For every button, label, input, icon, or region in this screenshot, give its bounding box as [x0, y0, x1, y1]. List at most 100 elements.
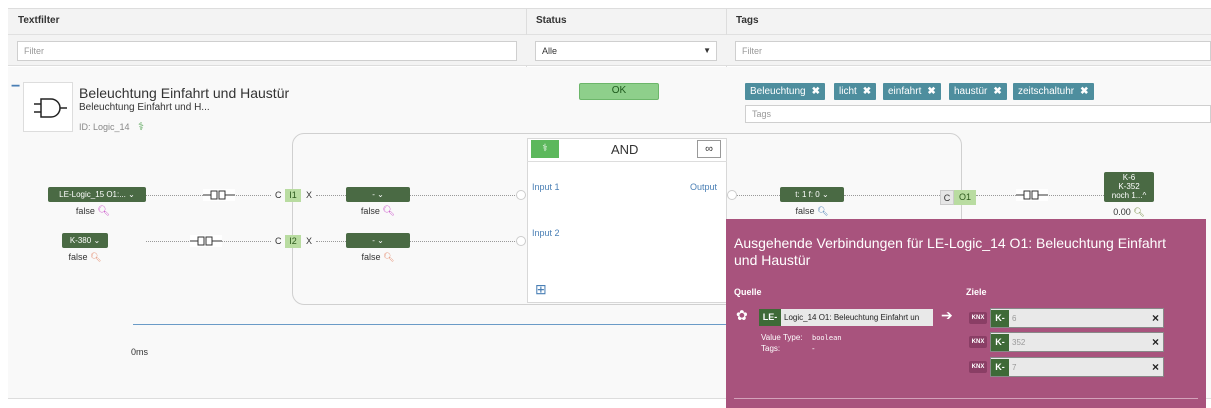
knx-icon: KNX — [969, 361, 987, 373]
tag-remove-icon[interactable]: ✖ — [863, 86, 871, 97]
tag-chip[interactable]: haustür ✖ — [949, 83, 1007, 100]
input2-port[interactable]: I2 — [285, 235, 301, 248]
collapse-toggle[interactable]: − — [11, 78, 20, 96]
gate-output-label: Output — [690, 182, 718, 192]
connection-line — [316, 195, 346, 196]
connection-plug-icon[interactable] — [1016, 189, 1048, 201]
input1-port[interactable]: I1 — [285, 189, 301, 202]
chevron-down-icon: ⌄ — [128, 190, 135, 199]
and-gate-box — [527, 138, 727, 303]
input2-source-node[interactable]: K-380 ⌄ — [62, 233, 108, 248]
tags-value: - — [812, 344, 815, 353]
status-select[interactable]: Alle ▼ — [535, 41, 717, 61]
input1-pin[interactable] — [516, 190, 526, 200]
output-pin[interactable] — [727, 190, 737, 200]
search-icon[interactable]: 🔍︎ — [383, 252, 394, 262]
tag-chip[interactable]: licht ✖ — [834, 83, 877, 100]
divider — [527, 161, 727, 162]
target-row: K- 7 × — [990, 357, 1164, 377]
textfilter-header: Textfilter — [18, 15, 60, 26]
target-value[interactable]: 352 — [1009, 334, 1149, 351]
connection-plug-icon[interactable] — [190, 235, 222, 247]
tags-input[interactable]: Tags — [745, 105, 1211, 123]
gate-name: AND — [611, 142, 639, 157]
chevron-down-icon: ⌄ — [377, 236, 384, 245]
input2-value: false 🔍︎ — [68, 252, 102, 262]
search-icon[interactable]: 🔍︎ — [1133, 207, 1144, 217]
tags-label: Tags: — [761, 344, 781, 353]
output-filter-node[interactable]: t: 1 f: 0 ⌄ — [780, 187, 844, 202]
connection-line — [410, 195, 517, 196]
search-icon[interactable]: 🔍︎ — [817, 206, 828, 216]
stethoscope-icon[interactable]: ⚕ — [138, 120, 144, 133]
remove-target-icon[interactable]: × — [1152, 335, 1159, 349]
delay-line — [133, 324, 728, 325]
tag-chip[interactable]: Beleuchtung ✖ — [745, 83, 825, 100]
target-value[interactable]: 7 — [1009, 359, 1149, 376]
connection-line — [316, 241, 346, 242]
tags-filter-input[interactable]: Filter — [735, 41, 1211, 61]
input1-c-label: C — [275, 190, 282, 200]
input1-value: false 🔍︎ — [75, 206, 111, 217]
table-header: Textfilter Status Tags — [8, 8, 1211, 35]
textfilter-input[interactable]: Filter — [17, 41, 517, 61]
logic-subtitle: Beleuchtung Einfahrt und H... — [79, 102, 210, 113]
delay-label: 0ms — [131, 347, 149, 357]
value-type: boolean — [812, 334, 842, 342]
target-badge: K- — [991, 359, 1009, 376]
status-header: Status — [536, 15, 567, 26]
tag-remove-icon[interactable]: ✖ — [927, 86, 935, 97]
tag-chip[interactable]: einfahrt ✖ — [883, 83, 941, 100]
tag-remove-icon[interactable]: ✖ — [812, 86, 820, 97]
outgoing-connections-popup: Ausgehende Verbindungen für LE-Logic_14 … — [726, 219, 1206, 408]
stethoscope-icon[interactable]: ⚕ — [531, 140, 559, 158]
add-input-icon[interactable]: ⊞ — [535, 281, 547, 298]
output-filter-value: false 🔍︎ — [795, 206, 829, 216]
popup-title: Ausgehende Verbindungen für LE-Logic_14 … — [734, 235, 1166, 268]
arrow-right-icon: ➔ — [941, 307, 953, 323]
tag-remove-icon[interactable]: ✖ — [1080, 86, 1088, 97]
logic-icon — [23, 82, 73, 132]
target-row: K- 6 × — [990, 308, 1164, 328]
gate-input2-label: Input 2 — [532, 228, 560, 238]
input2-filter-node[interactable]: - ⌄ — [346, 233, 410, 248]
input2-x-button[interactable]: X — [306, 236, 312, 246]
output-target-node[interactable]: K-6 K-352 noch 1...^ — [1104, 172, 1154, 202]
connection-plug-icon[interactable] — [203, 189, 235, 201]
remove-target-icon[interactable]: × — [1152, 360, 1159, 374]
gate-input1-label: Input 1 — [532, 182, 560, 192]
knx-icon: KNX — [969, 312, 987, 324]
chevron-down-icon: ⌄ — [93, 236, 101, 245]
output-port[interactable]: O1 — [954, 190, 976, 205]
input2-filter-value: false 🔍︎ — [361, 252, 395, 262]
input1-x-button[interactable]: X — [306, 190, 312, 200]
input1-filter-node[interactable]: - ⌄ — [346, 187, 410, 202]
tag-chip[interactable]: zeitschaltuhr ✖ — [1013, 83, 1094, 100]
tags-header: Tags — [736, 15, 759, 26]
search-icon[interactable]: 🔍︎ — [382, 206, 395, 217]
target-row: K- 352 × — [990, 332, 1164, 352]
target-badge: K- — [991, 334, 1009, 351]
input1-source-node[interactable]: LE-Logic_15 O1:... ⌄ — [48, 187, 146, 202]
output-target-value: 0.00 🔍︎ — [1113, 207, 1145, 217]
target-value[interactable]: 6 — [1009, 310, 1149, 327]
link-icon[interactable]: ∞ — [697, 140, 721, 158]
input1-filter-value: false 🔍︎ — [360, 206, 396, 217]
remove-target-icon[interactable]: × — [1152, 311, 1159, 325]
target-badge: K- — [991, 310, 1009, 327]
logic-title: Beleuchtung Einfahrt und Haustür — [79, 85, 290, 101]
search-icon[interactable]: 🔍︎ — [97, 206, 110, 217]
quelle-label: Quelle — [734, 287, 762, 297]
ziele-label: Ziele — [966, 287, 987, 297]
value-type-label: Value Type: — [761, 333, 803, 342]
tag-remove-icon[interactable]: ✖ — [993, 86, 1001, 97]
source-field[interactable]: Logic_14 O1: Beleuchtung Einfahrt un — [781, 309, 933, 326]
connection-line — [737, 195, 780, 196]
output-c-label: C — [940, 190, 954, 205]
search-icon[interactable]: 🔍︎ — [90, 252, 101, 262]
status-badge: OK — [579, 83, 659, 100]
connection-line — [410, 241, 517, 242]
input2-c-label: C — [275, 236, 282, 246]
input2-pin[interactable] — [516, 236, 526, 246]
caret-down-icon: ▼ — [703, 46, 711, 55]
